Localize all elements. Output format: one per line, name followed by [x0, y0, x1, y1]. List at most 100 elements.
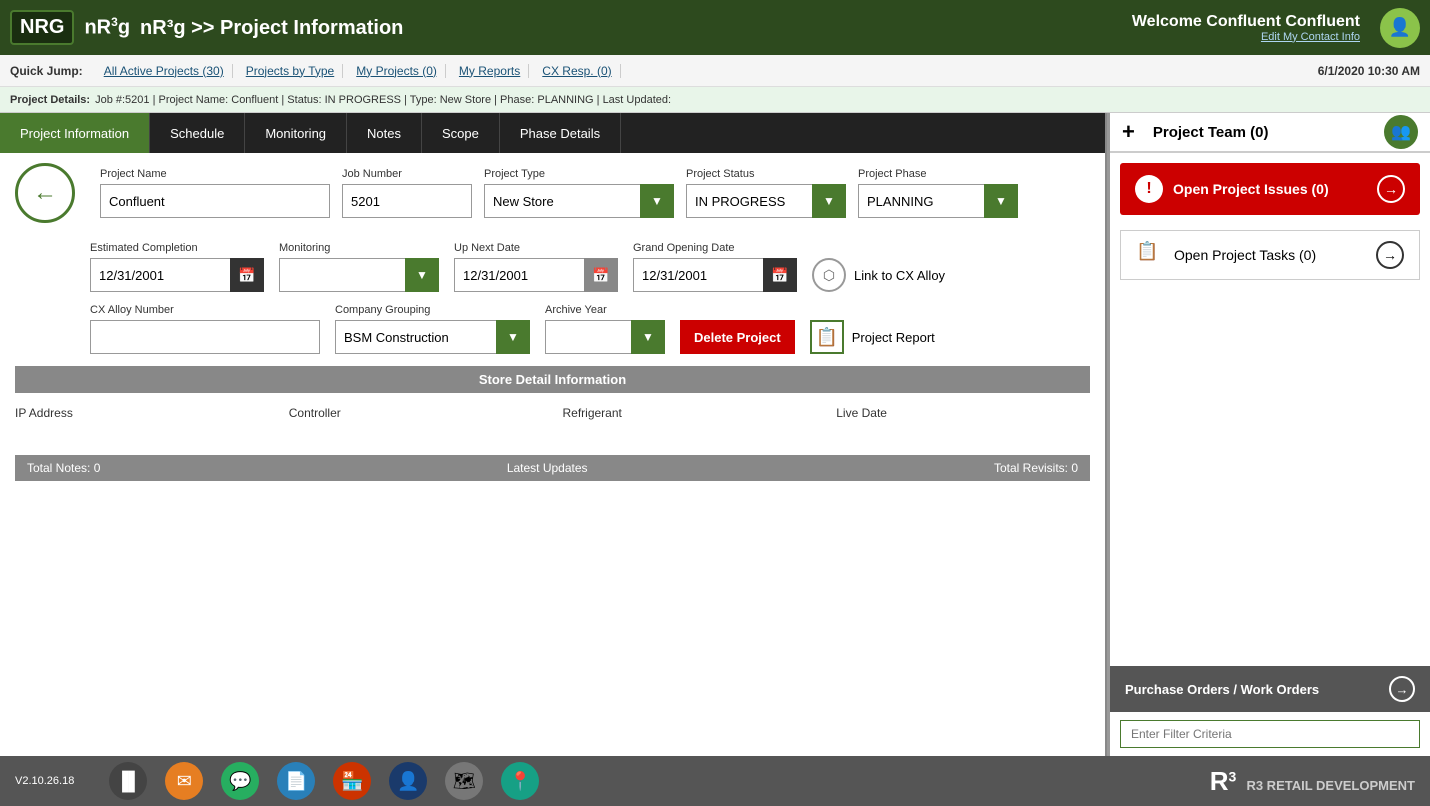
- tab-schedule[interactable]: Schedule: [150, 113, 245, 153]
- title-arrow: nR³g >> Project Information: [140, 17, 403, 40]
- app-header: NRG nR3g nR³g >> Project Information Wel…: [0, 0, 1430, 55]
- cx-alloy-link[interactable]: ⬡ Link to CX Alloy: [812, 258, 945, 292]
- issues-exclamation-icon: !: [1135, 175, 1163, 203]
- r3-label: R3 RETAIL DEVELOPMENT: [1246, 778, 1415, 793]
- est-completion-cal-btn[interactable]: 📅: [230, 258, 264, 292]
- monitoring-wrapper: Option1 Option2: [279, 258, 439, 292]
- header-right-group: Welcome Confluent Confluent Edit My Cont…: [1132, 8, 1420, 48]
- nav-my-projects[interactable]: My Projects (0): [348, 64, 446, 78]
- avatar-icon: 👤: [1389, 17, 1411, 38]
- form-row-1: ← Project Name Job Number Project Type: [15, 168, 1090, 230]
- location-icon[interactable]: 📍: [501, 762, 539, 800]
- live-date-item: Live Date: [836, 406, 1090, 420]
- project-type-label: Project Type: [484, 168, 674, 180]
- up-next-date-label: Up Next Date: [454, 242, 618, 254]
- form-row-3: CX Alloy Number Company Grouping BSM Con…: [90, 304, 1090, 354]
- form-row-2: Estimated Completion 📅 Monitoring Option…: [90, 242, 1090, 292]
- est-completion-input[interactable]: [90, 258, 230, 292]
- company-grouping-wrapper: BSM Construction Option B: [335, 320, 530, 354]
- grand-opening-group: Grand Opening Date 📅: [633, 242, 797, 292]
- grand-opening-input[interactable]: [633, 258, 763, 292]
- up-next-date-group: Up Next Date 📅: [454, 242, 618, 292]
- project-status-group: Project Status IN PROGRESS COMPLETE ON H…: [686, 168, 846, 218]
- nav-all-active[interactable]: All Active Projects (30): [96, 64, 233, 78]
- email-icon[interactable]: ✉: [165, 762, 203, 800]
- po-label: Purchase Orders / Work Orders: [1125, 682, 1319, 697]
- tab-notes[interactable]: Notes: [347, 113, 422, 153]
- project-team-label: Project Team (0): [1153, 124, 1376, 141]
- open-issues-button[interactable]: ! Open Project Issues (0) →: [1120, 163, 1420, 215]
- logo-box: NRG: [10, 10, 74, 45]
- user-avatar[interactable]: 👤: [1380, 8, 1420, 48]
- chat-icon[interactable]: 💬: [221, 762, 259, 800]
- user-settings-icon[interactable]: 👤: [389, 762, 427, 800]
- archive-year-group: Archive Year 2020 2021: [545, 304, 665, 354]
- up-next-date-input[interactable]: [454, 258, 584, 292]
- map-icon[interactable]: 🗺: [445, 762, 483, 800]
- up-next-cal-btn[interactable]: 📅: [584, 258, 618, 292]
- monitoring-select[interactable]: Option1 Option2: [279, 258, 439, 292]
- project-phase-wrapper: PLANNING EXECUTION CLOSEOUT: [858, 184, 1018, 218]
- tab-monitoring[interactable]: Monitoring: [245, 113, 347, 153]
- form-fields-row1: Project Name Job Number Project Type New…: [100, 168, 1018, 218]
- grand-opening-cal-btn[interactable]: 📅: [763, 258, 797, 292]
- tasks-label: Open Project Tasks (0): [1174, 247, 1366, 263]
- archive-year-wrapper: 2020 2021: [545, 320, 665, 354]
- controller-item: Controller: [289, 406, 543, 420]
- project-name-input[interactable]: [100, 184, 330, 218]
- tab-scope[interactable]: Scope: [422, 113, 500, 153]
- store-icon[interactable]: 🏪: [333, 762, 371, 800]
- header-left: NRG nR3g nR³g >> Project Information: [10, 10, 403, 45]
- tasks-arrow-icon: →: [1376, 241, 1404, 269]
- store-detail-section: Store Detail Information IP Address Cont…: [15, 366, 1090, 425]
- refrigerant-label: Refrigerant: [563, 406, 622, 420]
- edit-contact-link[interactable]: Edit My Contact Info: [1132, 31, 1360, 43]
- right-panel-header: + Project Team (0) 👥: [1110, 113, 1430, 153]
- job-number-input[interactable]: [342, 184, 472, 218]
- cx-alloy-number-group: CX Alloy Number: [90, 304, 320, 354]
- tasks-list-icon: 📋: [1136, 241, 1164, 269]
- add-team-button[interactable]: +: [1122, 119, 1135, 145]
- project-name-label: Project Name: [100, 168, 330, 180]
- app-title: nR3g nR³g >> Project Information: [84, 15, 403, 40]
- content-area: ← Project Name Job Number Project Type: [0, 153, 1105, 756]
- project-type-select[interactable]: New Store Remodel Service: [484, 184, 674, 218]
- main-area: Project Information Schedule Monitoring …: [0, 113, 1430, 756]
- monitoring-group: Monitoring Option1 Option2: [279, 242, 439, 292]
- refrigerant-item: Refrigerant: [563, 406, 817, 420]
- nav-datetime: 6/1/2020 10:30 AM: [1318, 64, 1420, 78]
- nav-my-reports[interactable]: My Reports: [451, 64, 529, 78]
- open-tasks-button[interactable]: 📋 Open Project Tasks (0) →: [1120, 230, 1420, 280]
- total-revisits: Total Revisits: 0: [994, 461, 1078, 475]
- job-number-group: Job Number: [342, 168, 472, 218]
- back-button[interactable]: ←: [15, 163, 75, 223]
- document-icon[interactable]: 📄: [277, 762, 315, 800]
- project-status-label: Project Status: [686, 168, 846, 180]
- nav-cx-resp[interactable]: CX Resp. (0): [534, 64, 620, 78]
- archive-year-select[interactable]: 2020 2021: [545, 320, 665, 354]
- project-status-select[interactable]: IN PROGRESS COMPLETE ON HOLD: [686, 184, 846, 218]
- project-status-wrapper: IN PROGRESS COMPLETE ON HOLD: [686, 184, 846, 218]
- usb-icon[interactable]: ▐▌: [109, 762, 147, 800]
- tab-phase-details[interactable]: Phase Details: [500, 113, 621, 153]
- company-grouping-select[interactable]: BSM Construction Option B: [335, 320, 530, 354]
- purchase-orders-header[interactable]: Purchase Orders / Work Orders →: [1110, 666, 1430, 712]
- bottom-bar: V2.10.26.18 ▐▌ ✉ 💬 📄 🏪 👤 🗺 📍 R3 R3 RETAI…: [0, 756, 1430, 806]
- store-detail-header: Store Detail Information: [15, 366, 1090, 393]
- quick-jump-label: Quick Jump:: [10, 64, 83, 78]
- cx-alloy-input[interactable]: [90, 320, 320, 354]
- project-phase-select[interactable]: PLANNING EXECUTION CLOSEOUT: [858, 184, 1018, 218]
- archive-year-label: Archive Year: [545, 304, 665, 316]
- delete-project-button[interactable]: Delete Project: [680, 320, 795, 354]
- nav-by-type[interactable]: Projects by Type: [238, 64, 344, 78]
- po-filter-input[interactable]: [1120, 720, 1420, 748]
- logo-text: NRG: [20, 16, 64, 38]
- project-report-label: Project Report: [852, 330, 935, 345]
- nav-bar: Quick Jump: All Active Projects (30) Pro…: [0, 55, 1430, 87]
- tab-project-info[interactable]: Project Information: [0, 113, 150, 153]
- po-arrow-icon: →: [1389, 676, 1415, 702]
- bottom-icons: ▐▌ ✉ 💬 📄 🏪 👤 🗺 📍: [109, 762, 539, 800]
- version-text: V2.10.26.18: [15, 775, 74, 787]
- project-report-link[interactable]: 📋 Project Report: [810, 320, 935, 354]
- latest-updates: Latest Updates: [507, 461, 588, 475]
